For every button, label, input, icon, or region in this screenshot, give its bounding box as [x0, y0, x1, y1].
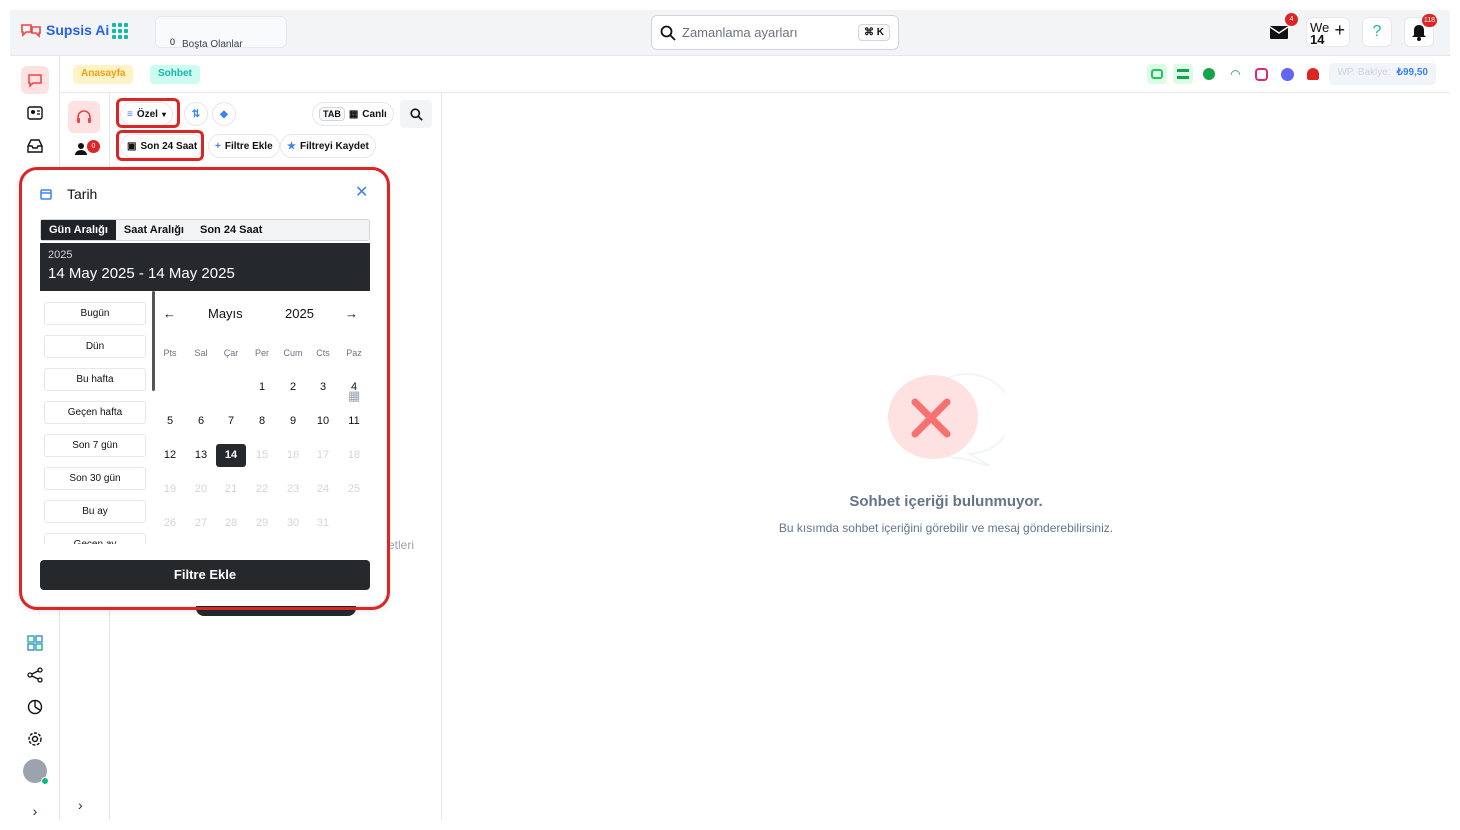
- chevron-right-icon: ›: [32, 803, 38, 819]
- apps-grid-icon[interactable]: [112, 23, 128, 39]
- layers-button[interactable]: ◆: [212, 102, 236, 126]
- idle-agents-box[interactable]: 0 Boşta Olanlar: [155, 16, 287, 50]
- live-toggle[interactable]: TAB ▦ Canlı: [312, 102, 394, 126]
- save-filter-label: Filtreyi Kaydet: [299, 140, 369, 152]
- empty-state-title: Sohbet içeriği bulunmuyor.: [849, 493, 1043, 510]
- chevron-right-icon: ›: [78, 797, 83, 813]
- contacts-icon: [27, 106, 43, 120]
- channel-voice[interactable]: [1199, 64, 1219, 84]
- chat-icon: [28, 74, 42, 88]
- sort-button[interactable]: ⇅: [184, 102, 208, 126]
- wifi-icon: ◠: [1230, 67, 1241, 81]
- live-label: Canlı: [362, 108, 387, 120]
- dashboard-icon: [27, 635, 43, 651]
- brand-name: Supsis Ai: [46, 22, 110, 38]
- reports-icon: [27, 699, 43, 715]
- no-chat-illustration: [888, 373, 1005, 467]
- hidden-list-text: etleri: [388, 538, 415, 552]
- collapse-panel-button[interactable]: ›: [78, 797, 83, 813]
- channel-bot[interactable]: [1147, 64, 1168, 84]
- search-icon: [409, 107, 423, 121]
- top-bar: Supsis Ai 0 Boşta Olanlar Zamanlama ayar…: [10, 10, 1450, 56]
- avatar: [23, 759, 49, 785]
- search-input[interactable]: Zamanlama ayarları: [682, 25, 858, 40]
- add-filter-button[interactable]: + Filtre Ekle: [208, 134, 280, 158]
- settings-icon: [28, 732, 42, 746]
- notifications-button[interactable]: 118: [1404, 14, 1437, 47]
- wp-balance: WP. Bakiye: ₺99,50: [1329, 63, 1436, 85]
- sidebar-item-contacts[interactable]: [21, 99, 49, 127]
- logo-icon: [21, 24, 41, 38]
- empty-state-subtitle: Bu kısımda sohbet içeriğini görebilir ve…: [778, 521, 1114, 535]
- tab-key: TAB: [319, 107, 345, 121]
- help-button[interactable]: ?: [1362, 17, 1392, 47]
- agents-icon: [75, 143, 87, 155]
- search-bar[interactable]: Zamanlama ayarları ⌘ K: [651, 15, 899, 50]
- instagram-icon: [1254, 67, 1268, 81]
- save-filter-button[interactable]: ★ Filtreyi Kaydet: [280, 134, 376, 158]
- grid-icon: ▦: [348, 108, 359, 120]
- inbox-icon: [27, 139, 43, 153]
- channel-lists[interactable]: [1173, 64, 1194, 84]
- notification-badge: 118: [1421, 14, 1437, 27]
- help-icon: ?: [1372, 23, 1382, 40]
- tab-chat[interactable]: Sohbet: [150, 65, 200, 84]
- channel-instagram[interactable]: [1251, 64, 1271, 84]
- chat-channel-button[interactable]: [68, 101, 100, 133]
- sidebar-item-chat[interactable]: [21, 66, 49, 94]
- sidebar-item-reports[interactable]: [21, 693, 49, 721]
- list-icon: [1177, 69, 1190, 79]
- plus-icon: +: [215, 140, 221, 152]
- channel-wifi[interactable]: ◠: [1225, 64, 1245, 84]
- tabs-bar: Anasayfa Sohbet ◠ WP. Bakiye: ₺99,50: [60, 56, 1450, 93]
- add-filter-label: Filtre Ekle: [224, 140, 273, 152]
- popup-highlight: [19, 167, 390, 610]
- brand-logo[interactable]: Supsis Ai: [20, 22, 109, 38]
- sort-icon: ⇅: [191, 108, 201, 120]
- mail-button[interactable]: 4: [1264, 13, 1298, 47]
- share-icon: [27, 667, 43, 683]
- date-chip-highlight: [116, 130, 204, 161]
- expand-sidebar-button[interactable]: ›: [21, 797, 49, 820]
- channel-sahibinden[interactable]: [1303, 64, 1323, 84]
- star-icon: ★: [287, 140, 296, 152]
- workspace-button[interactable]: We 14 +: [1306, 17, 1350, 47]
- headset-icon: [77, 110, 91, 123]
- sidebar-item-inbox[interactable]: [21, 132, 49, 160]
- sahibinden-icon: [1307, 68, 1320, 80]
- online-status-dot: [41, 777, 49, 785]
- balance-value: ₺99,50: [1396, 67, 1428, 78]
- app-window: Supsis Ai 0 Boşta Olanlar Zamanlama ayar…: [10, 10, 1450, 820]
- list-search-button[interactable]: [400, 100, 432, 128]
- voice-user-icon: [1203, 68, 1216, 80]
- mail-icon: [1269, 25, 1289, 39]
- plus-icon: +: [1334, 20, 1345, 40]
- tab-home[interactable]: Anasayfa: [73, 65, 134, 84]
- sidebar-item-integrations[interactable]: [21, 661, 49, 689]
- sidebar-item-dashboard[interactable]: [21, 629, 49, 657]
- agents-badge: 0: [87, 140, 100, 153]
- channel-messenger[interactable]: [1277, 64, 1297, 84]
- channel-icons: ◠ WP. Bakiye: ₺99,50: [1147, 63, 1436, 85]
- top-right-actions: 4 We 14 + ? 118: [1264, 13, 1437, 47]
- sidebar-item-settings[interactable]: [21, 725, 49, 753]
- bot-icon: [1151, 69, 1164, 79]
- agents-button[interactable]: 0: [74, 140, 100, 160]
- idle-label: Boşta Olanlar: [182, 39, 243, 50]
- search-icon: [660, 25, 676, 41]
- search-shortcut: ⌘ K: [858, 24, 890, 41]
- messenger-icon: [1280, 67, 1294, 81]
- idle-count: 0: [170, 37, 176, 47]
- layers-icon: ◆: [220, 108, 228, 120]
- filter-highlight: [116, 98, 180, 128]
- mail-badge: 4: [1285, 13, 1298, 26]
- user-avatar[interactable]: [21, 757, 49, 785]
- balance-label: WP. Bakiye:: [1337, 67, 1391, 78]
- workspace-number: 14: [1310, 32, 1325, 47]
